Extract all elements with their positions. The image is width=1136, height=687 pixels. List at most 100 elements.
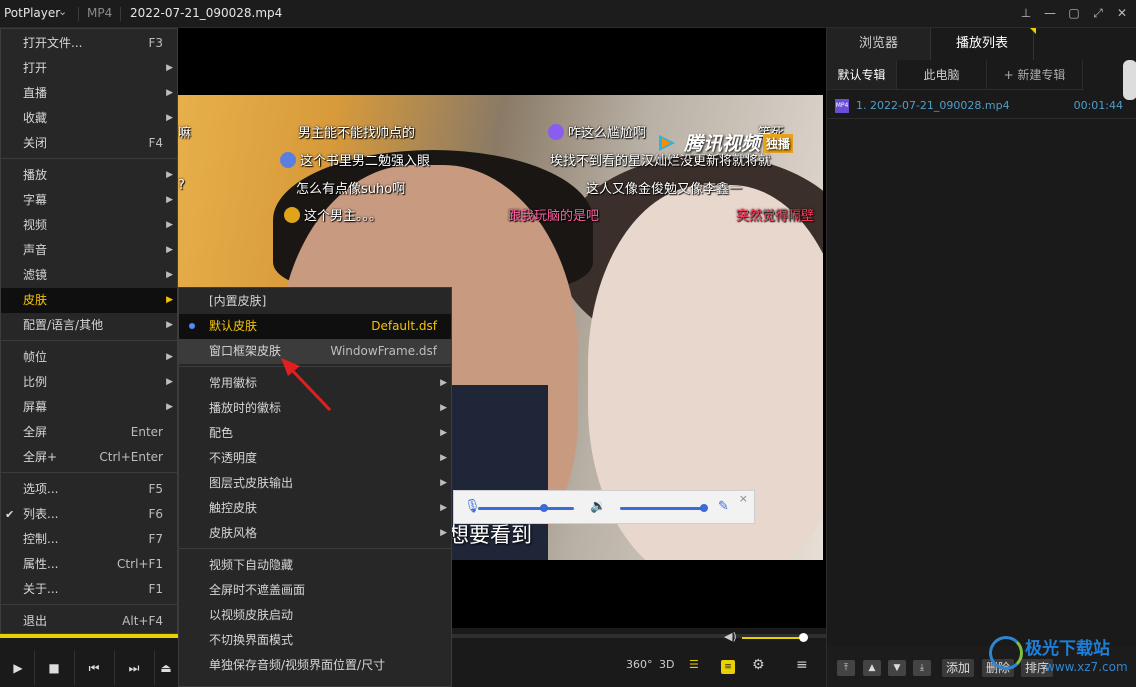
menu-item-options[interactable]: 选项... F5 (1, 477, 177, 502)
pencil-icon[interactable]: ✎ (718, 499, 729, 514)
submenu-arrow-icon: ▶ (440, 428, 447, 438)
speaker-icon[interactable]: ◀) (724, 630, 737, 643)
previous-icon[interactable]: ⏮ (76, 653, 112, 683)
menu-item-skin[interactable]: 皮肤 ▶ (1, 288, 177, 313)
menu-item-video[interactable]: 视频 ▶ (1, 213, 177, 238)
submenu-item-opacity[interactable]: 不透明度 ▶ (179, 446, 451, 471)
volume-bar[interactable] (742, 637, 804, 639)
submenu-item-fullscreen-no-cover[interactable]: 全屏时不遮盖画面 (179, 578, 451, 603)
play-icon[interactable]: ▶ (0, 653, 36, 683)
mic-slider-knob[interactable] (540, 504, 548, 512)
menu-item-playlist[interactable]: ✔ 列表... F6 (1, 502, 177, 527)
pin-icon[interactable]: ⊥ (1018, 5, 1034, 21)
menu-divider (1, 472, 177, 473)
submenu-arrow-icon: ▶ (166, 295, 173, 305)
menu-item-open-file[interactable]: 打开文件... F3 (1, 31, 177, 56)
move-bottom-icon[interactable]: ⤓ (913, 660, 931, 676)
submenu-arrow-icon: ▶ (166, 245, 173, 255)
maximize-icon[interactable]: ▢ (1066, 5, 1082, 21)
submenu-item-touch-skin[interactable]: 触控皮肤 ▶ (179, 496, 451, 521)
submenu-item-no-mode-switch[interactable]: 不切换界面模式 (179, 628, 451, 653)
subtitle-icon[interactable]: ≡ (721, 660, 735, 674)
menu-divider (1, 158, 177, 159)
eject-icon[interactable]: ⏏ (156, 653, 176, 683)
move-up-icon[interactable]: ▲ (863, 660, 881, 676)
menu-item-playback[interactable]: 播放 ▶ (1, 163, 177, 188)
menu-icon[interactable]: ≡ (796, 657, 808, 673)
danmaku-comment: 这个书里男二勉强入眼 (300, 154, 431, 169)
submenu-item-auto-hide[interactable]: 视频下自动隐藏 (179, 553, 451, 578)
menu-item-properties[interactable]: 属性... Ctrl+F1 (1, 552, 177, 577)
menu-item-ratio[interactable]: 比例 ▶ (1, 370, 177, 395)
submenu-item-skin-style[interactable]: 皮肤风格 ▶ (179, 521, 451, 546)
minimize-icon[interactable]: — (1042, 5, 1058, 21)
tab-playlist[interactable]: 播放列表 (930, 28, 1034, 60)
add-button[interactable]: 添加 (942, 659, 975, 677)
app-name[interactable]: PotPlayer (4, 6, 60, 20)
subtab-this-pc[interactable]: 此电脑 (897, 60, 987, 90)
panel-scrollbar[interactable] (1123, 60, 1136, 100)
menu-item-subtitles[interactable]: 字幕 ▶ (1, 188, 177, 213)
menu-item-filters[interactable]: 滤镜 ▶ (1, 263, 177, 288)
menu-item-about[interactable]: 关于... F1 (1, 577, 177, 602)
360-button[interactable]: 360° (626, 658, 653, 671)
menu-item-favorites[interactable]: 收藏 ▶ (1, 106, 177, 131)
fullscreen-icon[interactable]: ⤢ (1090, 5, 1106, 21)
settings-gear-icon[interactable]: ⚙ (752, 657, 765, 673)
speaker-icon[interactable]: 🔉 (590, 499, 606, 514)
video-watermark: 腾讯视频 独播 (658, 129, 794, 156)
submenu-item-save-position[interactable]: 单独保存音频/视频界面位置/尺寸 (179, 653, 451, 678)
menu-item-frame[interactable]: 帧位 ▶ (1, 345, 177, 370)
submenu-arrow-icon: ▶ (166, 63, 173, 73)
vip-badge-icon (284, 207, 300, 223)
chevron-down-icon[interactable]: ⌄ (58, 5, 67, 18)
submenu-item-window-frame-skin[interactable]: 窗口框架皮肤 WindowFrame.dsf (179, 339, 451, 364)
submenu-arrow-icon: ▶ (166, 220, 173, 230)
move-top-icon[interactable]: ⤒ (837, 660, 855, 676)
menu-item-screen[interactable]: 屏幕 ▶ (1, 395, 177, 420)
tab-browser[interactable]: 浏览器 (827, 28, 930, 60)
playlist-item[interactable]: MP4 1. 2022-07-21_090028.mp4 00:01:44 (827, 96, 1123, 116)
volume-slider[interactable] (620, 507, 706, 510)
divider (34, 651, 35, 685)
submenu-arrow-icon: ▶ (166, 377, 173, 387)
move-down-icon[interactable]: ▼ (888, 660, 906, 676)
subtab-default-album[interactable]: 默认专辑 (827, 60, 897, 90)
menu-item-live[interactable]: 直播 ▶ (1, 81, 177, 106)
close-icon[interactable]: ✕ (1114, 5, 1130, 21)
submenu-item-start-video-skin[interactable]: 以视频皮肤启动 (179, 603, 451, 628)
submenu-item-playing-logo[interactable]: 播放时的徽标 ▶ (179, 396, 451, 421)
menu-item-open[interactable]: 打开 ▶ (1, 56, 177, 81)
submenu-item-common-logo[interactable]: 常用徽标 ▶ (179, 371, 451, 396)
format-label: MP4 (87, 6, 113, 20)
next-icon[interactable]: ⏭ (116, 653, 152, 683)
submenu-item-layered-output[interactable]: 图层式皮肤输出 ▶ (179, 471, 451, 496)
playlist-search-icon[interactable]: ☰ (689, 658, 699, 671)
danmaku-comment: 男主能不能找帅点的 (298, 126, 416, 141)
submenu-arrow-icon: ▶ (440, 478, 447, 488)
mic-slider[interactable] (478, 507, 574, 510)
volume-slider-knob[interactable] (700, 504, 708, 512)
skin-submenu: [内置皮肤] 默认皮肤 Default.dsf 窗口框架皮肤 WindowFrame… (178, 287, 452, 687)
menu-item-close[interactable]: 关闭 F4 (1, 131, 177, 156)
menu-item-control[interactable]: 控制... F7 (1, 527, 177, 552)
submenu-arrow-icon: ▶ (440, 403, 447, 413)
vip-badge-icon (280, 152, 296, 168)
submenu-arrow-icon: ▶ (166, 195, 173, 205)
menu-item-exit[interactable]: 退出 Alt+F4 (1, 609, 177, 634)
divider (154, 651, 155, 685)
menu-item-fullscreen[interactable]: 全屏 Enter (1, 420, 177, 445)
stop-icon[interactable]: ■ (36, 653, 72, 683)
submenu-arrow-icon: ▶ (440, 503, 447, 513)
submenu-arrow-icon: ▶ (166, 113, 173, 123)
menu-item-config[interactable]: 配置/语言/其他 ▶ (1, 313, 177, 338)
menu-item-audio[interactable]: 声音 ▶ (1, 238, 177, 263)
menu-item-fullscreen-plus[interactable]: 全屏+ Ctrl+Enter (1, 445, 177, 470)
submenu-item-color-scheme[interactable]: 配色 ▶ (179, 421, 451, 446)
submenu-item-default-skin[interactable]: 默认皮肤 Default.dsf (179, 314, 451, 339)
subtab-new-album[interactable]: + 新建专辑 (987, 60, 1083, 90)
volume-knob[interactable] (799, 633, 808, 642)
close-icon[interactable]: × (739, 492, 748, 505)
3d-button[interactable]: 3D (659, 658, 674, 671)
seek-bar-progress (0, 634, 182, 638)
